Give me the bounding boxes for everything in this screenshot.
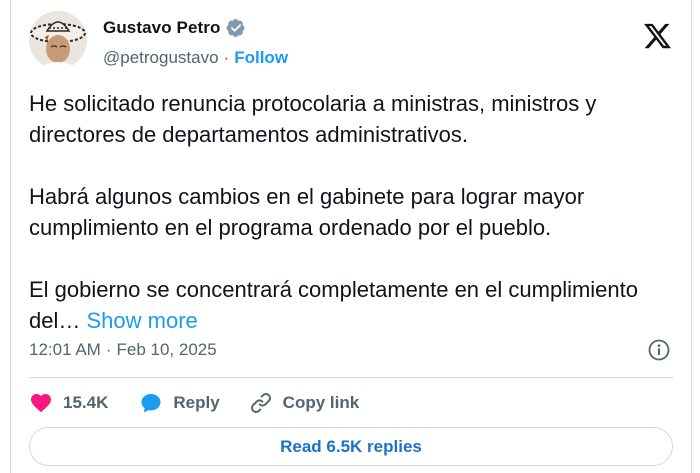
tweet-card: Gustavo Petro @petrogustavo · Follow He …: [10, 0, 692, 473]
author-name-row: Gustavo Petro: [103, 18, 246, 38]
read-replies-label: Read 6.5K replies: [280, 436, 422, 456]
tweet-actions: 15.4K Reply Copy link: [29, 389, 359, 417]
reply-button[interactable]: Reply: [139, 391, 220, 415]
info-icon[interactable]: [647, 338, 671, 362]
tweet-paragraph-2: Habrá algunos cambios en el gabinete par…: [29, 184, 585, 240]
avatar-image: [29, 11, 87, 69]
tweet-header: Gustavo Petro @petrogustavo · Follow: [29, 11, 691, 71]
author-avatar[interactable]: [29, 11, 87, 69]
read-replies-button[interactable]: Read 6.5K replies: [29, 427, 673, 466]
reply-bubble-icon: [141, 394, 161, 413]
author-name[interactable]: Gustavo Petro: [103, 18, 221, 38]
link-icon: [250, 393, 271, 413]
x-logo-icon[interactable]: [642, 21, 673, 51]
author-handle-row: @petrogustavo · Follow: [103, 48, 288, 68]
tweet-text: He solicitado renuncia protocolaria a mi…: [29, 88, 679, 336]
tweet-time: 12:01 AM: [29, 340, 101, 359]
reply-label: Reply: [173, 393, 220, 412]
separator-dot: ·: [105, 340, 112, 359]
tweet-paragraph-1: He solicitado renuncia protocolaria a mi…: [29, 91, 597, 147]
like-count: 15.4K: [63, 393, 109, 412]
divider: [29, 377, 673, 378]
tweet-date: Feb 10, 2025: [116, 340, 217, 359]
follow-button[interactable]: Follow: [234, 48, 288, 68]
tweet-timestamp[interactable]: 12:01 AM · Feb 10, 2025: [29, 340, 217, 360]
copy-link-button[interactable]: Copy link: [249, 391, 360, 415]
author-handle[interactable]: @petrogustavo: [103, 48, 219, 68]
like-button[interactable]: 15.4K: [29, 391, 108, 415]
copy-link-label: Copy link: [282, 393, 360, 412]
separator-dot: ·: [223, 48, 230, 67]
heart-icon: [31, 394, 51, 413]
verified-badge-icon: [226, 18, 246, 38]
show-more-link[interactable]: Show more: [86, 308, 197, 333]
tweet-paragraph-3: El gobierno se concentrará completamente…: [29, 274, 679, 336]
